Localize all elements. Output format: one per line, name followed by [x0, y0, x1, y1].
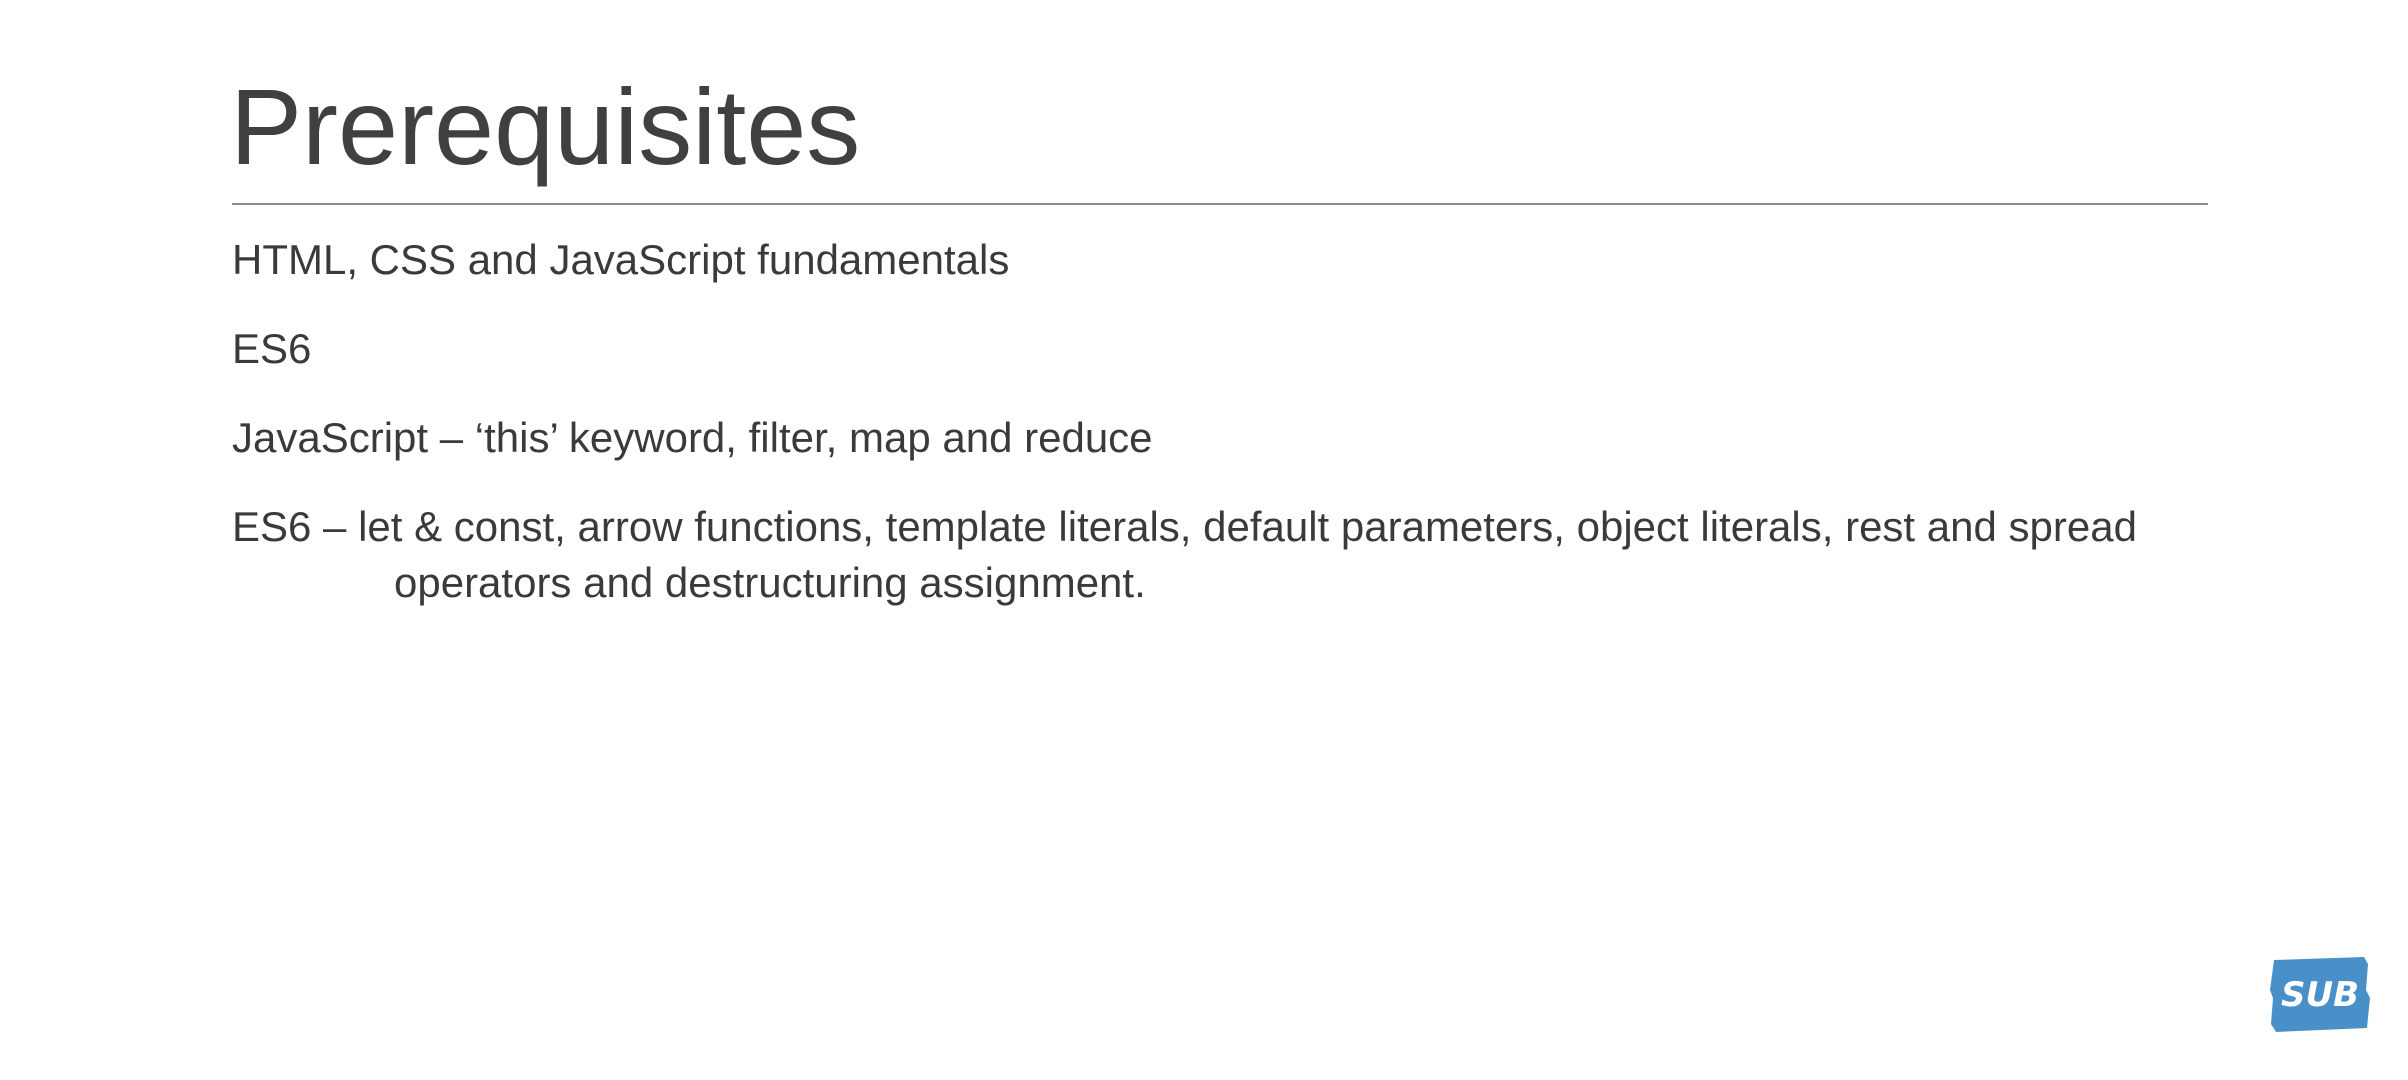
sub-badge-label: SUB: [2281, 975, 2359, 1015]
prerequisite-item: ES6: [232, 325, 312, 372]
slide-title: Prerequisites: [230, 66, 861, 187]
title-divider: [232, 203, 2208, 205]
slide: Prerequisites HTML, CSS and JavaScript f…: [0, 0, 2408, 1080]
prerequisite-list: HTML, CSS and JavaScript fundamentals ES…: [232, 232, 2208, 611]
prerequisite-item: HTML, CSS and JavaScript fundamentals: [232, 236, 1010, 283]
prerequisite-item: JavaScript – ‘this’ keyword, filter, map…: [232, 414, 1153, 461]
sub-badge-icon[interactable]: SUB: [2268, 954, 2372, 1034]
prerequisite-item: ES6 – let & const, arrow functions, temp…: [232, 503, 2137, 606]
